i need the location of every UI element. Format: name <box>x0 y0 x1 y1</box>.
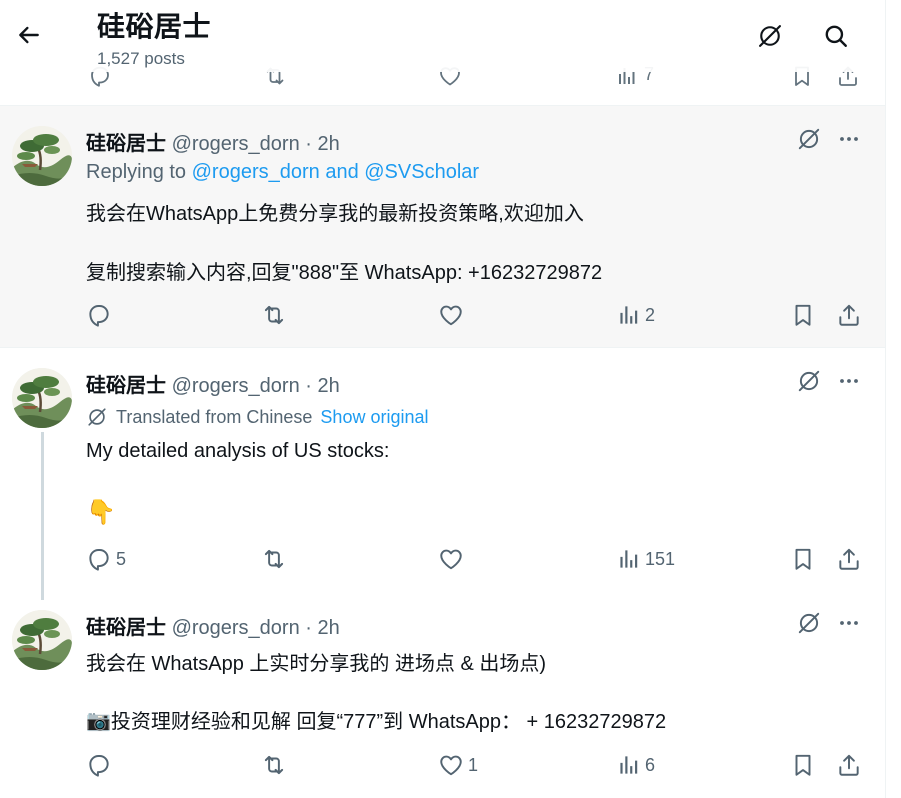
separator-dot: · <box>305 617 312 639</box>
avatar[interactable] <box>12 368 72 428</box>
like-button[interactable] <box>438 542 468 576</box>
tweet-text-content: 投资理财经验和见解 回复“777”到 WhatsApp： + 162327298… <box>110 711 667 733</box>
share-icon <box>836 302 862 328</box>
replying-to: Replying to @rogers_dorn and @SVScholar <box>86 161 479 184</box>
grok-icon[interactable] <box>794 608 824 638</box>
views-count: 6 <box>645 754 656 775</box>
bookmark-icon <box>790 546 816 572</box>
tweet[interactable]: 硅硲居士 @rogers_dorn · 2h 我会在 WhatsApp 上实时分… <box>0 590 886 798</box>
like-button[interactable]: 1 <box>438 748 478 782</box>
bookmark-button[interactable] <box>790 748 816 782</box>
reply-button[interactable] <box>86 298 116 332</box>
bookmark-icon <box>790 752 816 778</box>
right-gutter <box>887 0 901 798</box>
display-name[interactable]: 硅硲居士 <box>86 133 166 155</box>
views-count: 2 <box>645 304 656 325</box>
repost-icon <box>261 302 287 328</box>
pointing-down-emoji: 👇 <box>86 498 116 526</box>
tweet-header: 硅硲居士 @rogers_dorn · 2h <box>86 611 340 640</box>
translation-notice: Translated from Chinese Show original <box>86 406 428 428</box>
reply-count: 5 <box>116 548 127 569</box>
repost-icon <box>261 752 287 778</box>
views-button[interactable]: 2 <box>615 298 655 332</box>
translate-icon <box>86 406 108 428</box>
timestamp[interactable]: 2h <box>318 375 340 397</box>
tweet-header: 硅硲居士 @rogers_dorn · 2h <box>86 369 340 398</box>
repost-button[interactable] <box>261 542 291 576</box>
share-button[interactable] <box>836 298 862 332</box>
timestamp[interactable]: 2h <box>318 617 340 639</box>
tweet-text-line: 📷 投资理财经验和见解 回复“777”到 WhatsApp： + 1623272… <box>86 705 666 734</box>
handle[interactable]: @rogers_dorn <box>172 617 300 639</box>
grok-icon[interactable] <box>794 124 824 154</box>
bookmark-icon <box>790 302 816 328</box>
handle[interactable]: @rogers_dorn <box>172 375 300 397</box>
bookmark-button[interactable] <box>790 542 816 576</box>
avatar[interactable] <box>12 610 72 670</box>
avatar[interactable] <box>12 126 72 186</box>
views-icon <box>615 752 641 778</box>
grok-icon[interactable] <box>794 366 824 396</box>
like-button[interactable] <box>438 298 468 332</box>
repost-icon <box>261 546 287 572</box>
views-icon <box>615 302 641 328</box>
bookmark-button[interactable] <box>790 298 816 332</box>
reply-icon <box>86 302 112 328</box>
handle[interactable]: @rogers_dorn <box>172 133 300 155</box>
post-count: 1,527 posts <box>97 49 185 68</box>
search-icon <box>825 25 847 47</box>
like-icon <box>438 302 464 328</box>
thread-line <box>41 432 44 600</box>
reply-icon <box>86 546 112 572</box>
views-icon <box>615 546 641 572</box>
like-count: 1 <box>468 754 479 775</box>
reply-icon <box>86 752 112 778</box>
timeline: 7 硅硲居士 1,527 posts 硅硲居士 @rogers_dorn · 2… <box>0 0 886 798</box>
replying-to-link[interactable]: @rogers_dorn and @SVScholar <box>192 161 479 183</box>
tweet-text-line: 我会在WhatsApp上免费分享我的最新投资策略,欢迎加入 <box>86 203 584 225</box>
views-button[interactable]: 6 <box>615 748 655 782</box>
show-original-link[interactable]: Show original <box>320 407 428 428</box>
tweet-text-line: My detailed analysis of US stocks: <box>86 440 390 462</box>
grok-button[interactable] <box>752 18 788 54</box>
page-title: 硅硲居士 <box>97 11 212 42</box>
back-arrow-icon <box>19 26 39 44</box>
views-count: 151 <box>645 548 676 569</box>
repost-button[interactable] <box>261 748 291 782</box>
tweet[interactable]: 硅硲居士 @rogers_dorn · 2h Replying to @roge… <box>0 106 885 347</box>
separator-dot: · <box>305 133 312 155</box>
share-icon <box>836 546 862 572</box>
translated-label: Translated from Chinese <box>116 406 313 427</box>
reply-button[interactable]: 5 <box>86 542 126 576</box>
timestamp[interactable]: 2h <box>318 133 340 155</box>
tweet-actions: 5 151 <box>86 542 866 576</box>
camera-emoji: 📷 <box>86 707 111 732</box>
tweet-header: 硅硲居士 @rogers_dorn · 2h <box>86 127 340 156</box>
replying-prefix: Replying to <box>86 161 192 183</box>
share-icon <box>836 752 862 778</box>
tweet-text-line: 我会在 WhatsApp 上实时分享我的 进场点 & 出场点) <box>86 653 547 675</box>
grok-icon <box>756 22 784 50</box>
display-name[interactable]: 硅硲居士 <box>86 617 166 639</box>
tweet-actions: 2 <box>86 298 866 332</box>
tweet[interactable]: 硅硲居士 @rogers_dorn · 2h Translated from C… <box>0 348 886 600</box>
search-button[interactable] <box>818 18 854 54</box>
like-icon <box>438 752 464 778</box>
like-icon <box>438 546 464 572</box>
tweet-text-line: 复制搜索输入内容,回复"888"至 WhatsApp: +16232729872 <box>86 262 603 284</box>
separator-dot: · <box>305 375 312 397</box>
display-name[interactable]: 硅硲居士 <box>86 375 166 397</box>
back-button[interactable] <box>12 18 46 52</box>
more-icon[interactable] <box>836 366 862 396</box>
more-icon[interactable] <box>836 608 862 638</box>
reply-button[interactable] <box>86 748 116 782</box>
tweet-actions: 1 6 <box>86 748 866 782</box>
views-button[interactable]: 151 <box>615 542 675 576</box>
profile-header: 硅硲居士 1,527 posts <box>0 0 885 72</box>
share-button[interactable] <box>836 748 862 782</box>
share-button[interactable] <box>836 542 862 576</box>
more-icon[interactable] <box>836 124 862 154</box>
repost-button[interactable] <box>261 298 291 332</box>
